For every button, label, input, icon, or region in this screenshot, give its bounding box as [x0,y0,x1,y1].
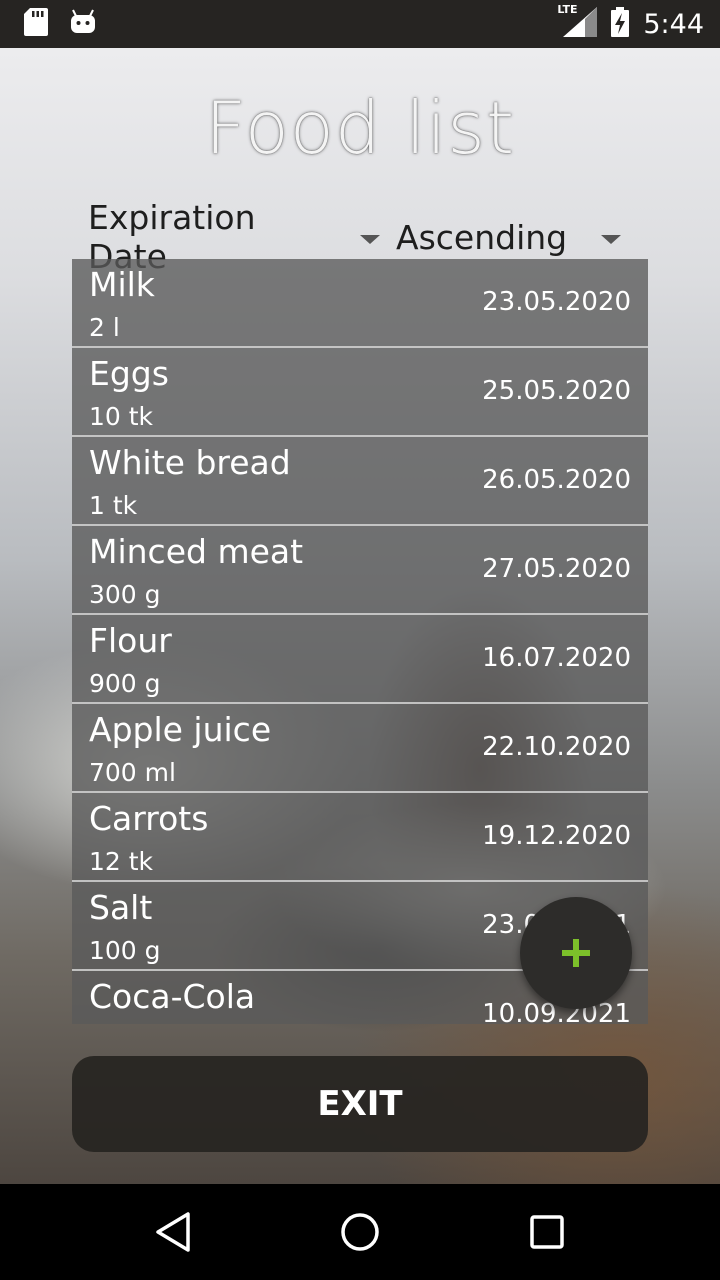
item-quantity: 1 tk [89,491,138,520]
add-item-button[interactable] [520,897,632,1009]
item-quantity: 300 g [89,580,161,609]
list-item[interactable]: Flour 900 g 16.07.2020 [72,615,648,704]
status-bar: LTE 5:44 [0,0,720,48]
item-name: Milk [89,265,155,304]
recents-icon [529,1215,564,1249]
sd-card-icon [24,8,48,40]
back-button[interactable] [143,1202,203,1262]
item-expiration-date: 27.05.2020 [482,554,631,584]
list-item[interactable]: Eggs 10 tk 25.05.2020 [72,348,648,437]
item-quantity: 900 g [89,669,161,698]
item-expiration-date: 19.12.2020 [482,821,631,851]
item-quantity: 100 g [89,936,161,965]
dropdown-arrow-icon [360,234,380,244]
network-type-label: LTE [557,3,578,16]
item-name: Apple juice [89,710,272,749]
item-expiration-date: 23.05.2020 [482,287,631,317]
recents-button[interactable] [517,1202,577,1262]
home-icon [341,1213,379,1251]
item-quantity: 10 tk [89,402,154,431]
item-name: Minced meat [89,532,304,571]
sort-order-value: Ascending [396,217,568,257]
item-name: Salt [89,888,153,927]
sort-order-dropdown[interactable]: Ascending [396,217,622,257]
page-title: Food list [204,86,516,170]
item-expiration-date: 26.05.2020 [482,465,631,495]
back-icon [156,1212,191,1252]
item-name: White bread [89,443,291,482]
item-quantity: 2 l [89,313,120,342]
list-item[interactable]: Milk 2 l 23.05.2020 [72,259,648,348]
home-button[interactable] [330,1202,390,1262]
list-item[interactable]: Apple juice 700 ml 22.10.2020 [72,704,648,793]
list-item[interactable]: Carrots 12 tk 19.12.2020 [72,793,648,882]
item-name: Eggs [89,354,169,393]
item-name: Carrots [89,799,209,838]
android-icon [70,9,96,39]
item-name: Coca-Cola [89,977,256,1016]
app-screen: Food list Expiration Date Ascending Milk… [0,48,720,1184]
item-expiration-date: 25.05.2020 [482,376,631,406]
dropdown-arrow-icon [601,234,622,244]
plus-icon [562,939,590,967]
battery-charging-icon [611,7,630,41]
navigation-bar [0,1184,720,1280]
clock: 5:44 [643,8,704,40]
item-quantity: 700 ml [89,758,176,787]
list-item[interactable]: Minced meat 300 g 27.05.2020 [72,526,648,615]
item-expiration-date: 22.10.2020 [482,732,631,762]
item-quantity: 12 tk [89,847,154,876]
item-name: Flour [89,621,172,660]
item-expiration-date: 16.07.2020 [482,643,631,673]
exit-button[interactable]: EXIT [72,1056,648,1152]
signal-icon: LTE [557,3,598,41]
list-item[interactable]: White bread 1 tk 26.05.2020 [72,437,648,526]
